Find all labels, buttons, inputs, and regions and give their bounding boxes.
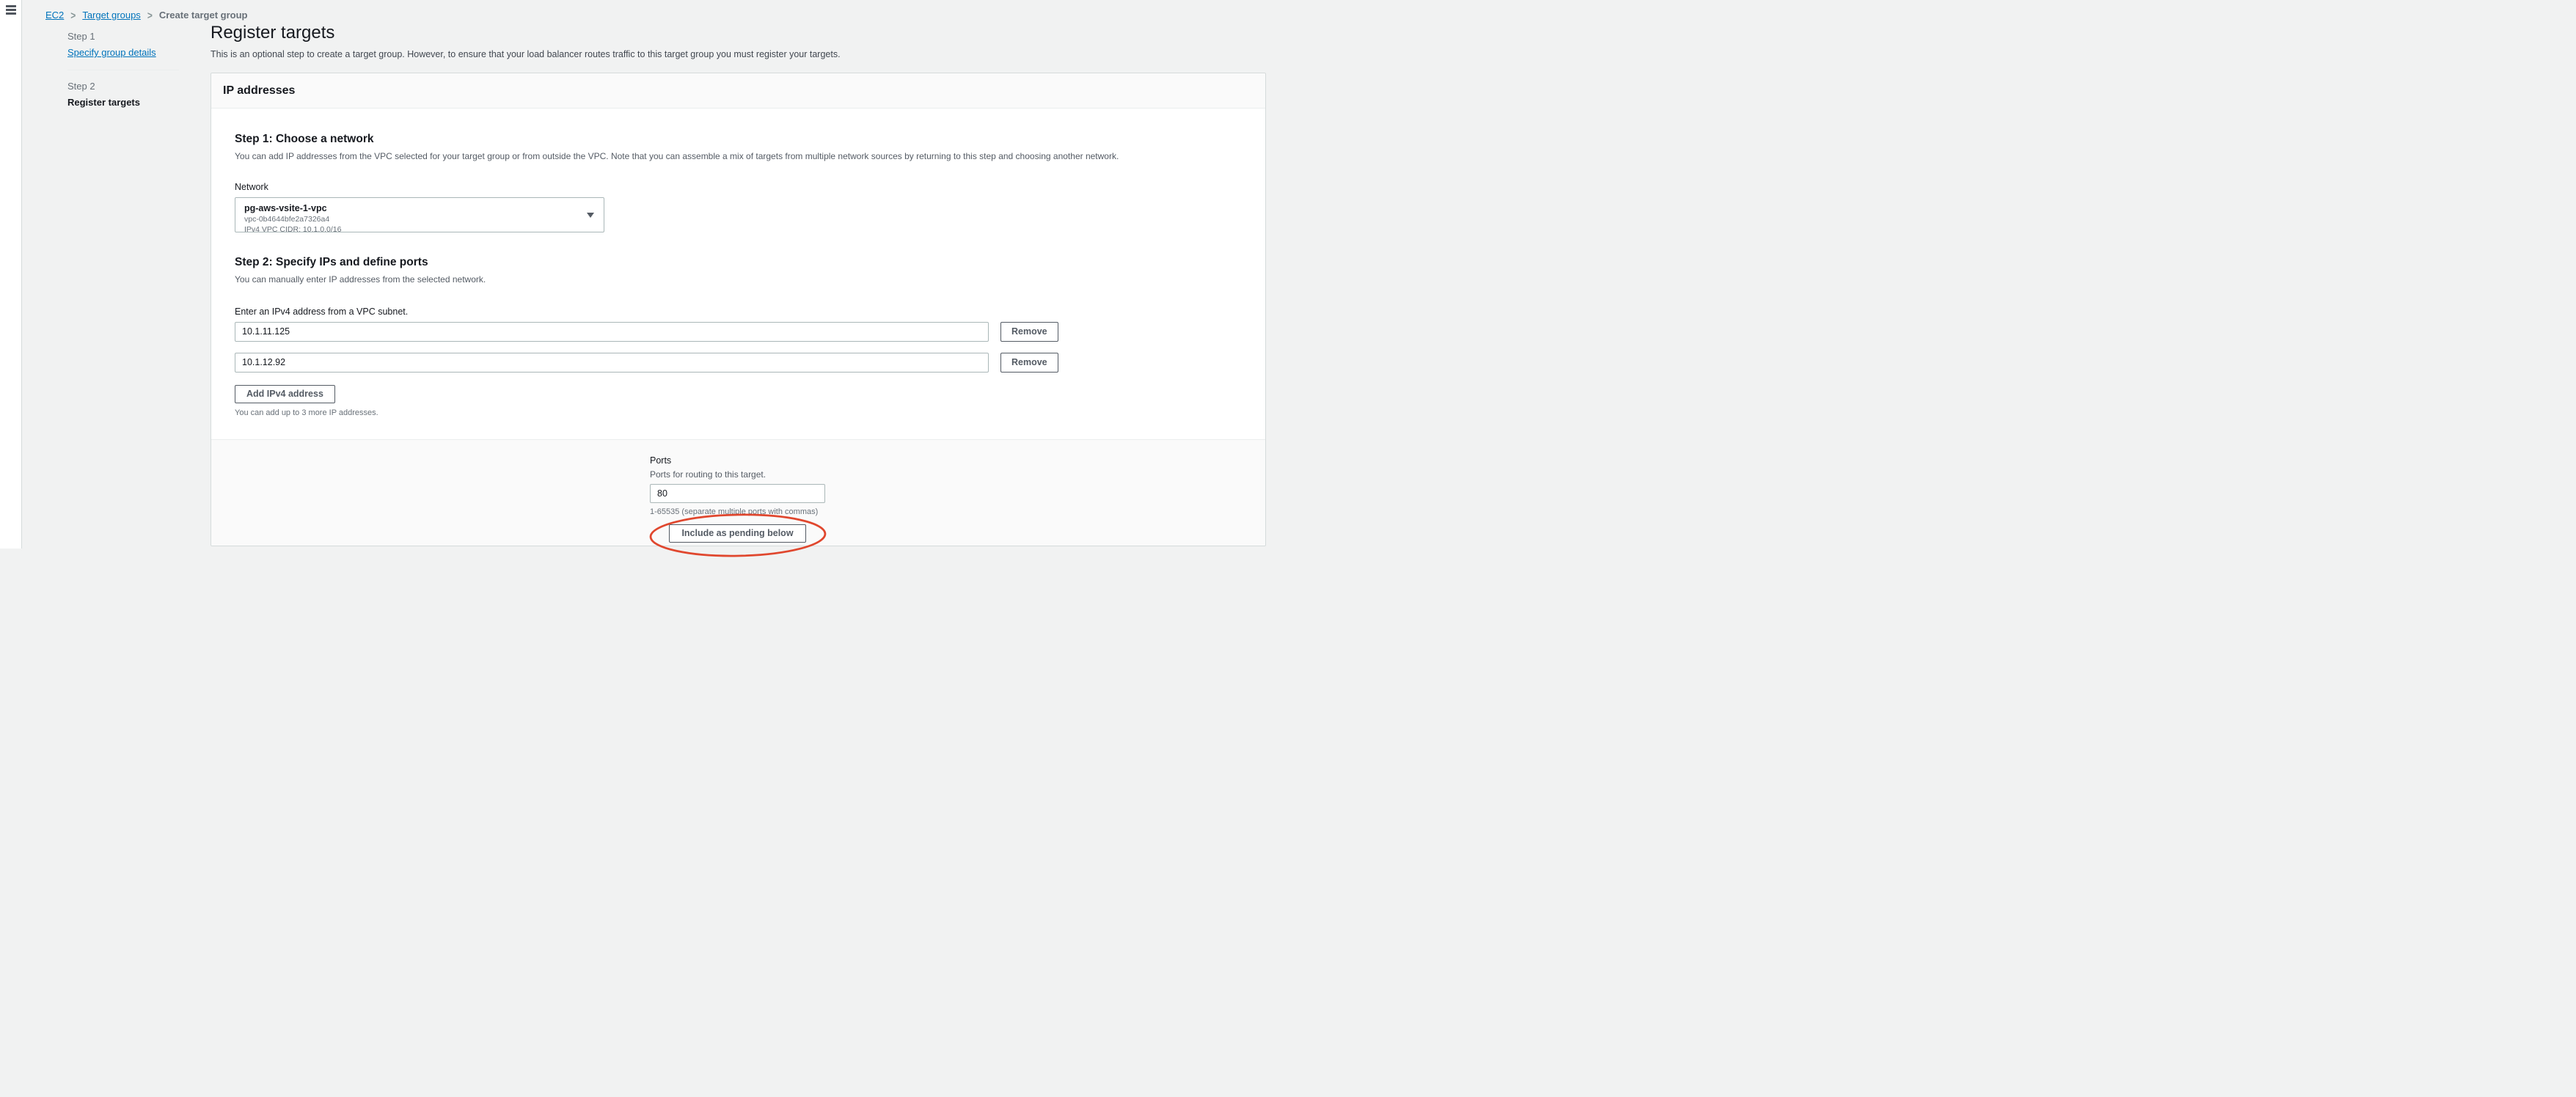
ports-hint: 1-65535 (separate multiple ports with co…: [650, 507, 1265, 516]
ipv4-input-label: Enter an IPv4 address from a VPC subnet.: [235, 307, 1242, 317]
remove-ip-button-1[interactable]: Remove: [1000, 322, 1058, 342]
ports-input[interactable]: [650, 484, 825, 503]
network-select-vpc-id: vpc-0b4644bfe2a7326a4: [244, 215, 579, 225]
breadcrumb-link-ec2[interactable]: EC2: [45, 10, 64, 21]
wizard-steps-nav: Step 1 Specify group details Step 2 Regi…: [67, 31, 179, 108]
add-ip-hint: You can add up to 3 more IP addresses.: [235, 408, 1242, 417]
chevron-right-icon: >: [147, 9, 153, 22]
ports-label: Ports: [650, 455, 1265, 466]
ip-row: Remove: [235, 353, 1242, 373]
choose-network-heading: Step 1: Choose a network: [235, 133, 1242, 146]
choose-network-description: You can add IP addresses from the VPC se…: [235, 151, 1242, 161]
page-title: Register targets: [211, 23, 1266, 44]
specify-ips-heading: Step 2: Specify IPs and define ports: [235, 256, 1242, 269]
ip-row: Remove: [235, 322, 1242, 342]
sidebar-item-specify-group-details[interactable]: Specify group details: [67, 47, 156, 58]
step1-label: Step 1: [67, 31, 179, 42]
collapsed-sidebar-strip: [0, 0, 22, 548]
include-pending-wrap: Include as pending below: [650, 524, 825, 543]
page-description: This is an optional step to create a tar…: [211, 49, 1266, 59]
panel-title: IP addresses: [211, 73, 1265, 109]
sidebar-item-register-targets: Register targets: [67, 97, 179, 108]
content-area: EC2 > Target groups > Create target grou…: [22, 0, 1288, 548]
ip-addresses-panel: IP addresses Step 1: Choose a network Yo…: [211, 73, 1266, 546]
ipv4-address-input-1[interactable]: [235, 322, 989, 342]
network-select[interactable]: pg-aws-vsite-1-vpc vpc-0b4644bfe2a7326a4…: [235, 197, 604, 232]
dropdown-arrow-icon: [587, 213, 594, 218]
network-select-name: pg-aws-vsite-1-vpc: [244, 203, 579, 214]
add-ipv4-address-button[interactable]: Add IPv4 address: [235, 385, 335, 403]
network-select-cidr: IPv4 VPC CIDR: 10.1.0.0/16: [244, 225, 579, 235]
include-as-pending-button[interactable]: Include as pending below: [669, 524, 805, 543]
ports-section: Ports Ports for routing to this target. …: [211, 439, 1265, 546]
breadcrumb-link-target-groups[interactable]: Target groups: [82, 10, 141, 21]
remove-ip-button-2[interactable]: Remove: [1000, 353, 1058, 373]
add-ip-row: Add IPv4 address: [235, 385, 1242, 403]
specify-ips-description: You can manually enter IP addresses from…: [235, 274, 1242, 285]
main-column: Register targets This is an optional ste…: [211, 0, 1266, 546]
chevron-right-icon: >: [70, 9, 76, 22]
ports-description: Ports for routing to this target.: [650, 469, 1265, 480]
step2-label: Step 2: [67, 81, 179, 92]
ipv4-address-input-2[interactable]: [235, 353, 989, 373]
hamburger-menu-icon[interactable]: [6, 5, 16, 15]
network-label: Network: [235, 182, 1242, 192]
panel-body: Step 1: Choose a network You can add IP …: [211, 109, 1265, 439]
